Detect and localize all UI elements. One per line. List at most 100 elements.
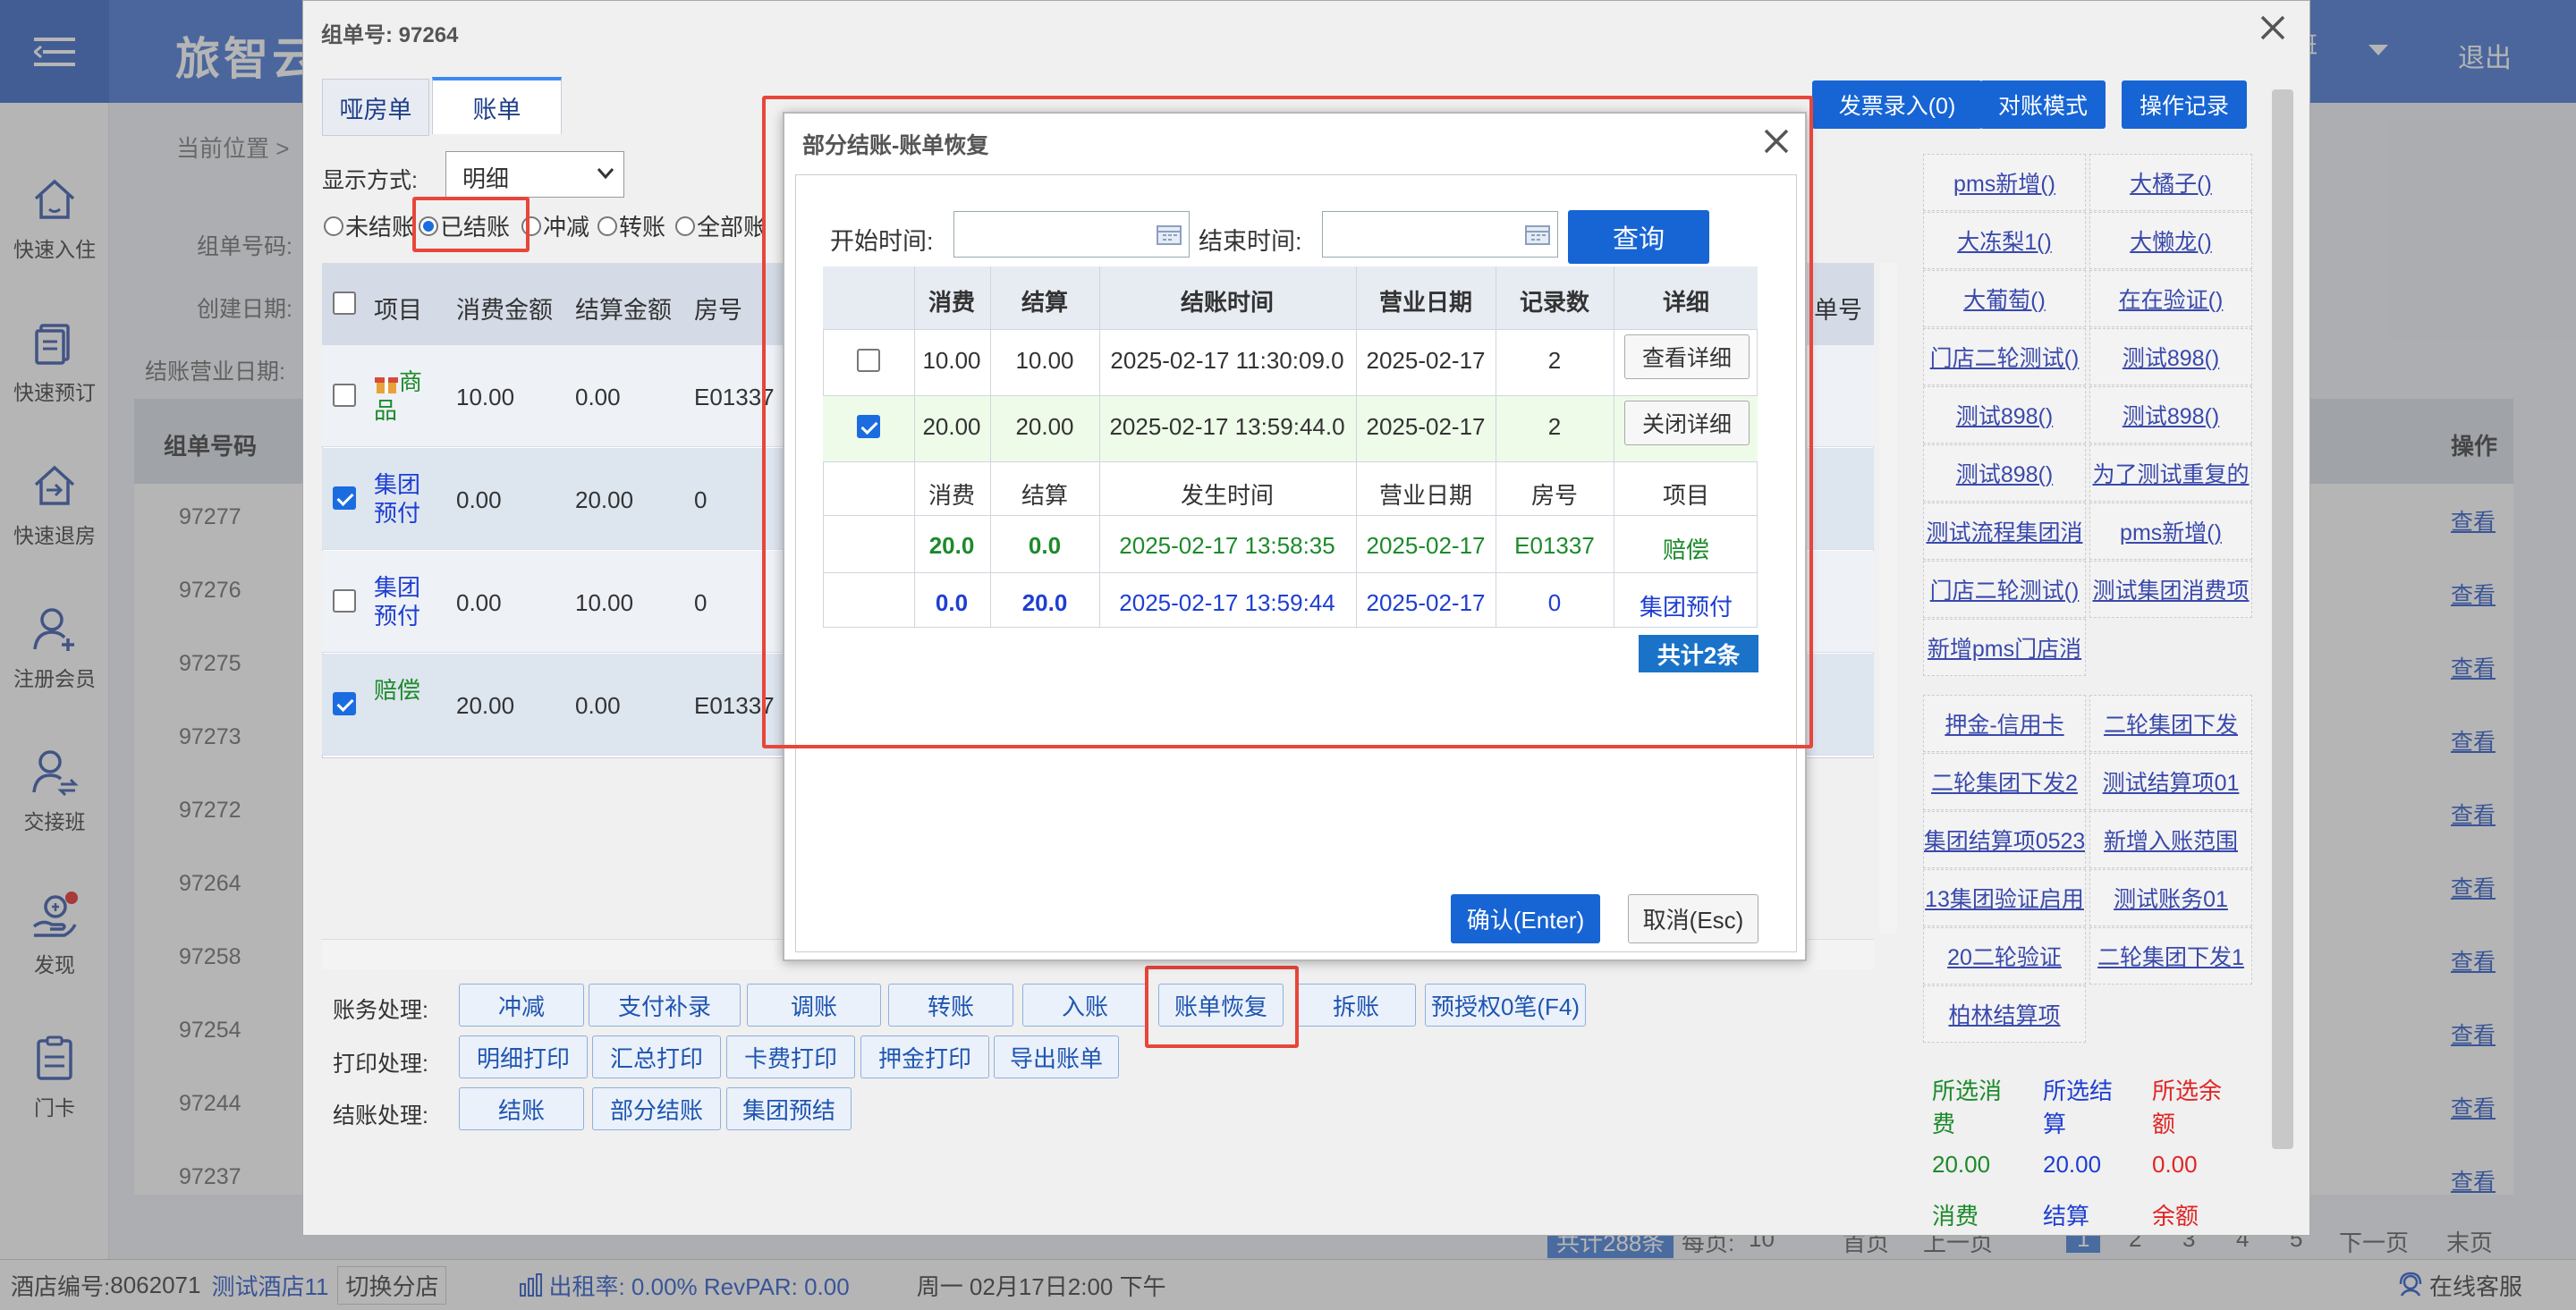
account-button[interactable]: 支付补录 bbox=[589, 984, 741, 1027]
row-settle: 20.00 bbox=[575, 486, 634, 513]
cancel-button[interactable]: 取消(Esc) bbox=[1628, 894, 1758, 943]
row-settle: 10.00 bbox=[575, 589, 634, 616]
settlement-item-links: pms新增() 大橘子() 大冻梨1() 大懒龙() 大葡萄() 在在验证() 门店二轮测试… bbox=[1923, 154, 2254, 1043]
bill-vertical-scrollbar[interactable] bbox=[1879, 263, 1897, 934]
settlement-link[interactable]: 门店二轮测试() bbox=[1923, 328, 2086, 385]
settlement-link[interactable]: 测试流程集团消 bbox=[1923, 503, 2086, 560]
checkout-button[interactable]: 部分结账 bbox=[592, 1087, 721, 1130]
settlement-link[interactable]: 测试898() bbox=[1923, 444, 2086, 502]
row-consume: 0.00 bbox=[456, 486, 502, 513]
settlement-link[interactable]: 大橘子() bbox=[2089, 154, 2252, 211]
settlement-link[interactable]: 大冻梨1() bbox=[1923, 212, 2086, 269]
chevron-down-icon bbox=[597, 167, 614, 180]
radio-circle bbox=[597, 216, 617, 236]
row-checkbox[interactable] bbox=[333, 692, 356, 715]
settlement-link[interactable]: 柏林结算项 bbox=[1923, 985, 2086, 1043]
radio-circle bbox=[324, 216, 343, 236]
select-all-checkbox[interactable] bbox=[333, 292, 356, 315]
row-item: 集团预付 bbox=[374, 573, 436, 630]
summary-settle-value: 20.00 bbox=[2043, 1151, 2102, 1178]
row-item: 赔偿 bbox=[374, 676, 436, 705]
footer-consume-label: 消费 bbox=[1932, 1203, 1979, 1230]
row-settle: 0.00 bbox=[575, 692, 621, 719]
radio-option[interactable]: 全部账 bbox=[675, 209, 767, 242]
account-button[interactable]: 拆账 bbox=[1296, 984, 1416, 1027]
checkout-button[interactable]: 结账 bbox=[459, 1087, 584, 1130]
settlement-link[interactable]: 测试898() bbox=[1923, 386, 2086, 444]
checkout-button[interactable]: 集团预结 bbox=[726, 1087, 852, 1130]
print-button[interactable]: 押金打印 bbox=[860, 1035, 989, 1078]
settlement-link[interactable]: 在在验证() bbox=[2089, 270, 2252, 327]
settlement-link[interactable]: 二轮集团下发2 bbox=[1923, 753, 2086, 810]
row-item-label: 集团预付 bbox=[374, 574, 421, 630]
print-button[interactable]: 卡费打印 bbox=[726, 1035, 855, 1078]
radio-label: 冲减 bbox=[543, 214, 590, 241]
row-room: 0 bbox=[694, 589, 708, 616]
display-mode-label: 显示方式: bbox=[322, 168, 418, 193]
settlement-link[interactable]: 门店二轮测试() bbox=[1923, 561, 2086, 618]
column-consume: 消费金额 bbox=[456, 297, 553, 324]
close-icon[interactable] bbox=[2257, 12, 2289, 44]
settlement-link[interactable]: pms新增() bbox=[2089, 503, 2252, 560]
account-button[interactable]: 入账 bbox=[1022, 984, 1148, 1027]
modal-vertical-scrollbar[interactable] bbox=[2272, 89, 2293, 1149]
row-item: 集团预付 bbox=[374, 470, 436, 528]
row-item: 商品 bbox=[374, 368, 436, 425]
settlement-link[interactable]: 集团结算项0523 bbox=[1923, 811, 2086, 868]
settlement-link[interactable]: 为了测试重复的 bbox=[2089, 444, 2252, 502]
row-checkbox[interactable] bbox=[333, 589, 356, 613]
tab-dummy-room[interactable]: 哑房单 bbox=[322, 79, 429, 136]
settlement-link[interactable]: 新增入账范围 bbox=[2089, 811, 2252, 868]
settlement-link[interactable]: 测试账务01 bbox=[2089, 869, 2252, 926]
settlement-link[interactable]: 大葡萄() bbox=[1923, 270, 2086, 327]
print-button[interactable]: 汇总打印 bbox=[592, 1035, 721, 1078]
confirm-button[interactable]: 确认(Enter) bbox=[1451, 894, 1600, 943]
row-consume: 0.00 bbox=[456, 589, 502, 616]
row-room: 0 bbox=[694, 486, 708, 513]
highlight-bill-restore-button bbox=[1145, 966, 1299, 1048]
settlement-link[interactable]: 测试898() bbox=[2089, 328, 2252, 385]
summary-settle-label: 所选结算 bbox=[2043, 1078, 2114, 1137]
radio-option[interactable]: 转账 bbox=[597, 209, 665, 242]
settlement-link[interactable]: 大懒龙() bbox=[2089, 212, 2252, 269]
row-checkbox[interactable] bbox=[333, 384, 356, 407]
tab-bill[interactable]: 账单 bbox=[432, 77, 562, 134]
row-consume: 20.00 bbox=[456, 692, 515, 719]
row-consume: 10.00 bbox=[456, 384, 515, 410]
settlement-link[interactable]: 13集团验证启用 bbox=[1923, 869, 2086, 926]
summary-panel: 所选消费 所选结算 所选余额 20.00 20.00 0.00 消费 结算 余额 bbox=[1923, 1069, 2263, 1230]
settlement-link[interactable]: 押金-信用卡 bbox=[1923, 695, 2086, 752]
column-settle: 结算金额 bbox=[575, 297, 672, 324]
operation-log-button[interactable]: 操作记录 bbox=[2122, 80, 2247, 129]
settlement-link[interactable]: 新增pms门店消 bbox=[1923, 619, 2086, 676]
display-mode-select[interactable]: 明细 bbox=[445, 151, 624, 198]
row-settle: 0.00 bbox=[575, 384, 621, 410]
settlement-link[interactable]: pms新增() bbox=[1923, 154, 2086, 211]
reconcile-mode-button[interactable]: 对账模式 bbox=[1980, 80, 2106, 129]
settlement-link[interactable]: 20二轮验证 bbox=[1923, 927, 2086, 985]
column-item: 项目 bbox=[374, 297, 422, 324]
account-button[interactable]: 冲减 bbox=[459, 984, 584, 1027]
account-button[interactable]: 调账 bbox=[747, 984, 881, 1027]
settlement-link[interactable]: 二轮集团下发1 bbox=[2089, 927, 2252, 985]
settlement-link[interactable]: 测试集团消费项 bbox=[2089, 561, 2252, 618]
settlement-link[interactable]: 二轮集团下发 bbox=[2089, 695, 2252, 752]
summary-balance-value: 0.00 bbox=[2152, 1151, 2198, 1178]
print-button[interactable]: 明细打印 bbox=[459, 1035, 588, 1078]
row-checkbox[interactable] bbox=[333, 486, 356, 510]
modal-title: 组单号: 97264 bbox=[321, 23, 459, 47]
account-button[interactable]: 预授权0笔(F4) bbox=[1425, 984, 1586, 1027]
highlight-restore-dialog bbox=[762, 96, 1813, 748]
settlement-link[interactable]: 测试898() bbox=[2089, 386, 2252, 444]
settlement-link[interactable]: 测试结算项01 bbox=[2089, 753, 2252, 810]
radio-option[interactable]: 未结账 bbox=[324, 209, 415, 242]
summary-consume-label: 所选消费 bbox=[1932, 1078, 2003, 1137]
radio-label: 全部账 bbox=[697, 214, 767, 241]
invoice-entry-button[interactable]: 发票录入(0) bbox=[1812, 80, 1982, 129]
checkout-label: 结账处理: bbox=[333, 1103, 428, 1128]
account-button[interactable]: 转账 bbox=[888, 984, 1013, 1027]
radio-option[interactable]: 冲减 bbox=[521, 209, 589, 242]
display-mode-value: 明细 bbox=[462, 165, 510, 192]
summary-balance-label: 所选余额 bbox=[2152, 1078, 2223, 1137]
print-button[interactable]: 导出账单 bbox=[994, 1035, 1119, 1078]
